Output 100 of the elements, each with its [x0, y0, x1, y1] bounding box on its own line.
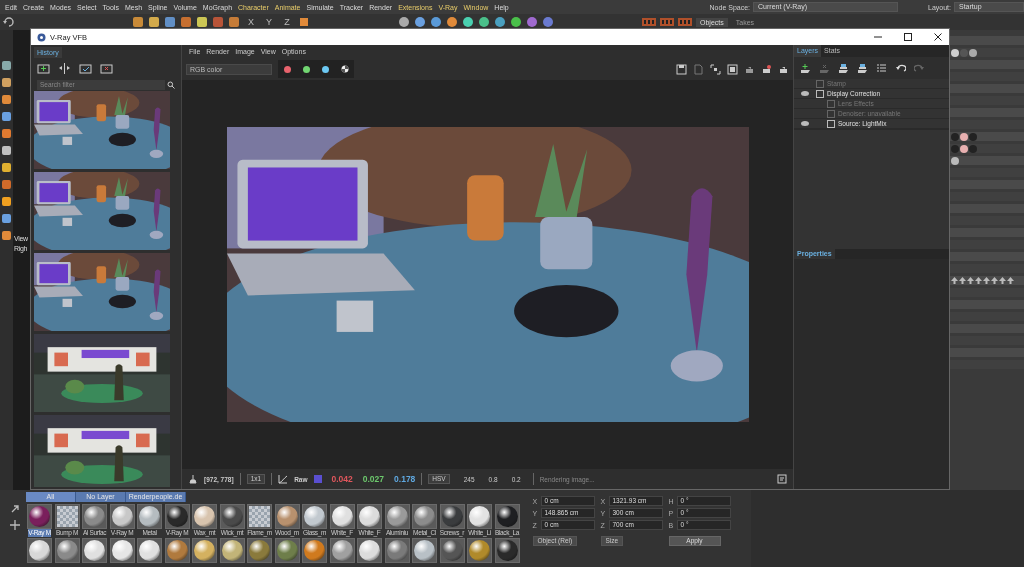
material-preview[interactable]: [84, 540, 105, 561]
material-preview[interactable]: [166, 506, 188, 527]
undo-icon[interactable]: [895, 62, 906, 74]
material-preview[interactable]: [359, 506, 380, 527]
material-preview[interactable]: [56, 506, 78, 527]
film-icon[interactable]: [660, 17, 674, 27]
material-preview[interactable]: [496, 506, 518, 527]
material-preview[interactable]: [111, 506, 133, 527]
axis-button[interactable]: Z: [280, 17, 294, 27]
layers-icon[interactable]: [838, 62, 849, 74]
material-preview[interactable]: [139, 506, 160, 527]
tool-icon[interactable]: [1, 60, 12, 71]
material-preview[interactable]: [194, 540, 215, 561]
material-preview[interactable]: [276, 540, 298, 561]
eye-icon[interactable]: [801, 121, 809, 126]
search-icon[interactable]: [167, 80, 175, 89]
tool-icon[interactable]: [1, 196, 12, 207]
list-icon[interactable]: [876, 62, 887, 74]
tool-icon[interactable]: [1, 111, 12, 122]
tool-icon[interactable]: [526, 16, 538, 28]
tool-icon[interactable]: [1, 145, 12, 156]
material-preview[interactable]: [276, 506, 298, 527]
tool-icon[interactable]: [430, 16, 442, 28]
add-image-icon[interactable]: [37, 63, 50, 75]
image-delete-icon[interactable]: [100, 63, 113, 75]
film-icon[interactable]: [678, 17, 692, 27]
tool-icon[interactable]: [196, 16, 208, 28]
material-preview[interactable]: [29, 506, 50, 527]
material-preview[interactable]: [304, 506, 325, 527]
channel-dot[interactable]: [284, 65, 291, 73]
layers-icon[interactable]: [857, 62, 868, 74]
tool-icon[interactable]: [510, 16, 522, 28]
alpha-icon[interactable]: [340, 65, 349, 73]
compare-icon[interactable]: [58, 63, 71, 75]
tool-icon[interactable]: [1, 213, 12, 224]
close-icon[interactable]: [933, 32, 943, 42]
material-preview[interactable]: [29, 540, 50, 561]
material-preview[interactable]: [331, 540, 353, 561]
app-icon: [37, 32, 46, 42]
tool-icon[interactable]: [446, 16, 458, 28]
material-preview[interactable]: [221, 506, 243, 527]
tool-icon[interactable]: [1, 128, 12, 139]
material-preview[interactable]: [386, 540, 408, 561]
material-preview[interactable]: [441, 506, 463, 527]
move-icon[interactable]: [10, 520, 20, 530]
material-preview[interactable]: [166, 540, 188, 561]
tool-icon[interactable]: [1, 179, 12, 190]
material-preview[interactable]: [414, 540, 435, 561]
tool-icon[interactable]: [542, 16, 554, 28]
tool-icon[interactable]: [478, 16, 490, 28]
tool-icon[interactable]: [1, 162, 12, 173]
material-preview[interactable]: [414, 506, 435, 527]
material-preview[interactable]: [469, 540, 490, 561]
tool-icon[interactable]: [1, 77, 12, 88]
tool-icon[interactable]: [148, 16, 160, 28]
tool-icon[interactable]: [398, 16, 410, 28]
material-preview[interactable]: [56, 540, 78, 561]
material-preview[interactable]: [139, 540, 160, 561]
material-preview[interactable]: [84, 506, 105, 527]
region-icon[interactable]: [710, 63, 721, 75]
material-preview[interactable]: [386, 506, 408, 527]
arrow-icon[interactable]: [10, 504, 20, 514]
tool-icon[interactable]: [462, 16, 474, 28]
panel-icon[interactable]: [777, 474, 787, 484]
material-preview[interactable]: [194, 506, 215, 527]
axis-button[interactable]: X: [244, 17, 258, 27]
material-preview[interactable]: [469, 506, 490, 527]
tool-icon[interactable]: [494, 16, 506, 28]
tool-icon[interactable]: [414, 16, 426, 28]
save-icon[interactable]: [676, 63, 687, 75]
material-preview[interactable]: [359, 540, 380, 561]
material-preview[interactable]: [496, 540, 518, 561]
material-preview[interactable]: [111, 540, 133, 561]
tool-icon[interactable]: [132, 16, 144, 28]
tool-icon[interactable]: [180, 16, 192, 28]
eye-icon[interactable]: [801, 91, 809, 96]
curve-icon[interactable]: [278, 474, 289, 484]
channel-dot[interactable]: [322, 65, 329, 73]
material-preview[interactable]: [441, 540, 463, 561]
pipette-icon[interactable]: [188, 474, 198, 484]
tool-icon[interactable]: [1, 230, 12, 241]
redo-icon[interactable]: [914, 62, 925, 74]
delete-layer-icon[interactable]: [819, 62, 830, 74]
material-preview[interactable]: [221, 540, 243, 561]
tool-icon[interactable]: [228, 16, 240, 28]
maximize-icon[interactable]: [903, 32, 913, 42]
image-check-icon[interactable]: [79, 63, 92, 75]
material-preview[interactable]: [249, 540, 270, 561]
frame-icon[interactable]: [727, 63, 738, 75]
render-icon[interactable]: [761, 63, 772, 75]
material-preview[interactable]: [331, 506, 353, 527]
tool-icon[interactable]: [1, 94, 12, 105]
material-preview[interactable]: [304, 540, 325, 561]
axis-button[interactable]: Y: [262, 17, 276, 27]
undo-icon[interactable]: [2, 16, 14, 28]
channel-dot[interactable]: [303, 65, 310, 73]
tool-icon[interactable]: [298, 16, 310, 28]
tool-icon[interactable]: [164, 16, 176, 28]
film-icon[interactable]: [642, 17, 656, 27]
add-layer-icon[interactable]: [800, 62, 811, 74]
